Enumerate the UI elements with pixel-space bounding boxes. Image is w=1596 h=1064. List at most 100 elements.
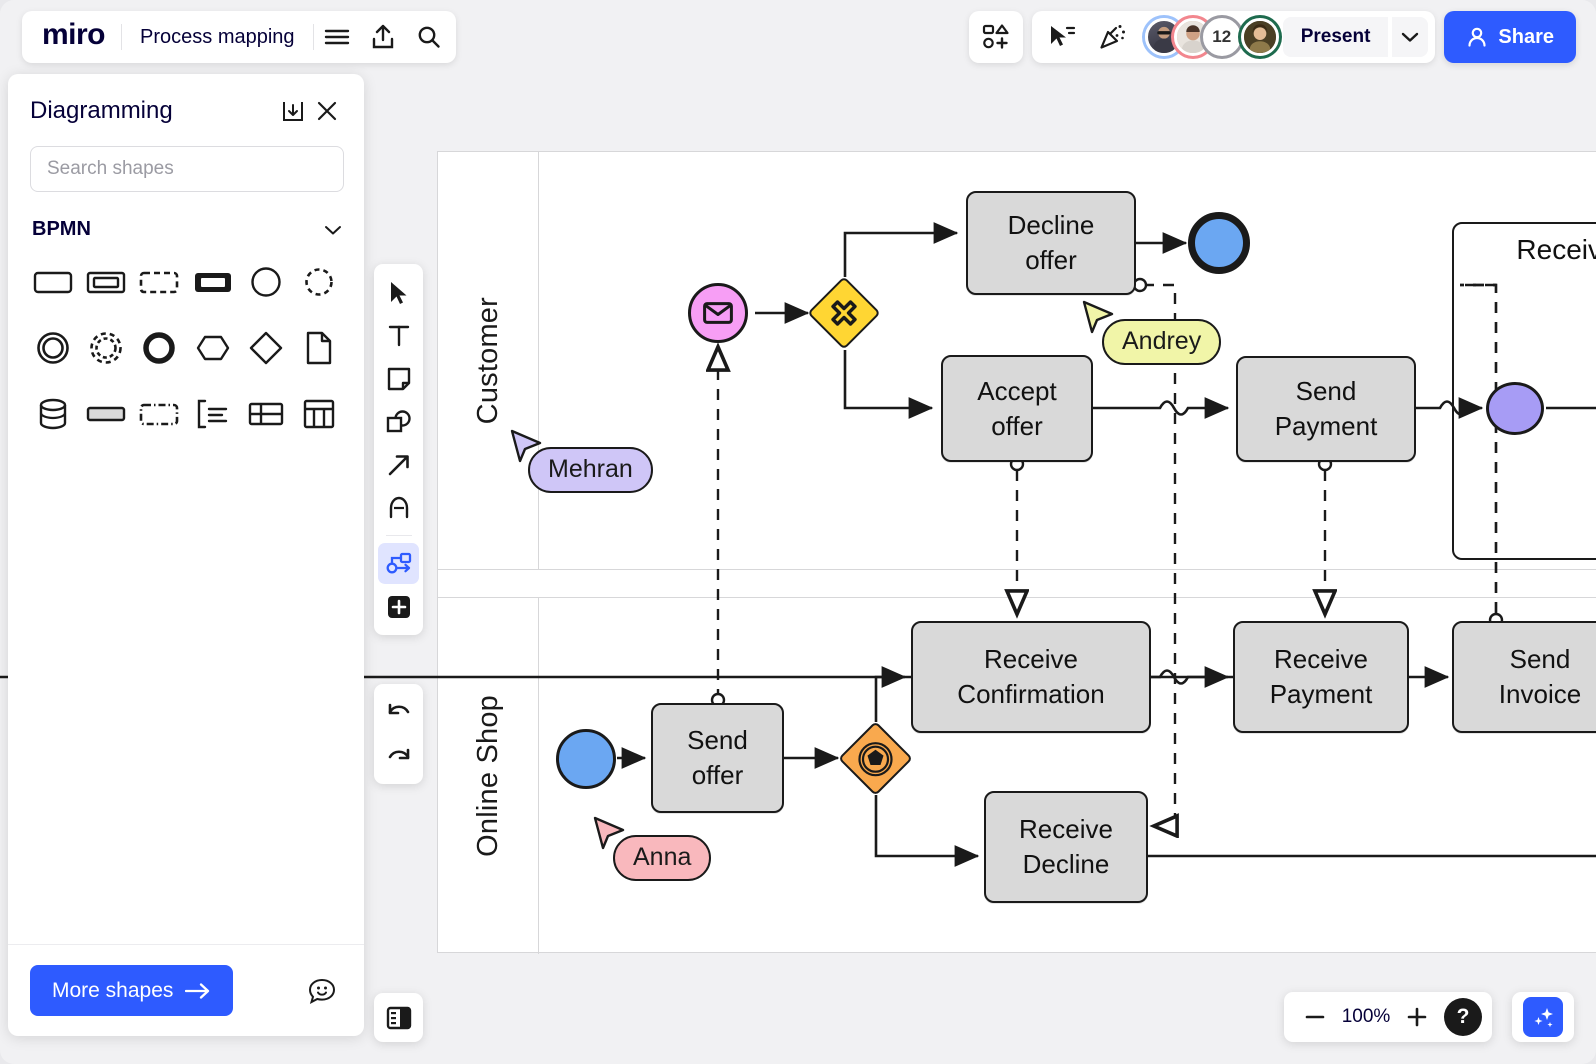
- shape-database[interactable]: [26, 389, 79, 439]
- plus-icon: [1405, 1005, 1429, 1029]
- avatar-collaborator-3[interactable]: [1241, 18, 1279, 56]
- task-label: Receive Decline: [1019, 812, 1113, 881]
- zoom-in-button[interactable]: [1396, 996, 1438, 1038]
- shape-bracket-list[interactable]: [186, 389, 239, 439]
- board-title[interactable]: Process mapping: [122, 26, 313, 49]
- feedback-button[interactable]: [302, 971, 342, 1011]
- chevron-down-icon: [1401, 31, 1419, 43]
- more-apps-tool[interactable]: [378, 586, 419, 627]
- ai-assistant-button[interactable]: [1512, 992, 1574, 1042]
- collaborator-avatars[interactable]: 12: [1139, 18, 1279, 56]
- zoom-level-label[interactable]: 100%: [1340, 1006, 1392, 1028]
- search-shapes-wrapper: [8, 134, 364, 192]
- more-shapes-button[interactable]: More shapes: [30, 965, 233, 1016]
- pen-tool[interactable]: [378, 487, 419, 528]
- plus-square-icon: [386, 594, 412, 620]
- miro-logo[interactable]: miro: [26, 18, 121, 56]
- export-button[interactable]: [360, 14, 406, 60]
- present-button[interactable]: Present: [1283, 17, 1389, 57]
- shape-filled-bar[interactable]: [79, 389, 132, 439]
- swimlane-online-shop-label: Online Shop: [472, 695, 505, 857]
- present-dropdown-button[interactable]: [1392, 17, 1428, 57]
- shape-filled-header-rectangle[interactable]: [186, 257, 239, 307]
- shape-double-circle[interactable]: [26, 323, 79, 373]
- avatar-overflow-count[interactable]: 12: [1203, 18, 1241, 56]
- select-tool[interactable]: [378, 272, 419, 313]
- shapes-tool[interactable]: [378, 401, 419, 442]
- user-icon: [1466, 26, 1488, 48]
- panel-title: Diagramming: [30, 97, 276, 125]
- bpmn-task-send-invoice[interactable]: Send Invoice: [1452, 621, 1596, 733]
- shape-dash-dot-rectangle[interactable]: [133, 389, 186, 439]
- swimlane-divider: [438, 570, 1596, 598]
- shape-circle[interactable]: [239, 257, 292, 307]
- bpmn-task-send-payment[interactable]: Send Payment: [1236, 356, 1416, 462]
- bpmn-task-receive-payment[interactable]: Receive Payment: [1233, 621, 1409, 733]
- history-toolbar: [374, 684, 423, 784]
- share-button[interactable]: Share: [1444, 11, 1576, 63]
- search-shapes-input[interactable]: [30, 146, 344, 192]
- panel-footer: More shapes: [8, 944, 364, 1036]
- side-panel-toggle-button[interactable]: [374, 993, 423, 1042]
- minus-icon: [1303, 1005, 1327, 1029]
- bpmn-task-accept-offer[interactable]: Accept offer: [941, 355, 1093, 462]
- shape-dashed-double-circle[interactable]: [79, 323, 132, 373]
- bpmn-end-event-decline[interactable]: [1188, 212, 1250, 274]
- help-button[interactable]: ?: [1444, 998, 1482, 1036]
- apps-button[interactable]: [973, 14, 1019, 60]
- chevron-down-icon[interactable]: [324, 224, 342, 236]
- bpmn-intermediate-event-purple[interactable]: [1486, 382, 1544, 435]
- side-panel-toggle-icon: [385, 1005, 413, 1031]
- overflow-count-label: 12: [1212, 27, 1231, 47]
- top-toolbar-right: 12 Present: [969, 11, 1576, 63]
- shape-diamond[interactable]: [239, 323, 292, 373]
- avatar: [1244, 18, 1276, 56]
- shape-dashed-circle[interactable]: [293, 257, 346, 307]
- swimlane-online-shop-header[interactable]: Online Shop: [438, 598, 539, 954]
- sticky-note-tool[interactable]: [378, 358, 419, 399]
- diagram-flow-icon: [385, 551, 413, 577]
- shape-thick-circle[interactable]: [133, 323, 186, 373]
- task-label: Send Payment: [1275, 374, 1378, 443]
- shape-table-grid[interactable]: [293, 389, 346, 439]
- follow-cursor-button[interactable]: [1039, 14, 1085, 60]
- shape-rounded-rectangle[interactable]: [26, 257, 79, 307]
- panel-close-button[interactable]: [310, 94, 344, 128]
- bpmn-task-send-offer[interactable]: Send offer: [651, 703, 784, 813]
- redo-button[interactable]: [378, 736, 419, 777]
- text-T-icon: [387, 323, 411, 349]
- celebration-button[interactable]: [1089, 14, 1135, 60]
- board-menu-button[interactable]: [314, 14, 360, 60]
- pen-icon: [386, 495, 412, 521]
- bpmn-task-receive-decline[interactable]: Receive Decline: [984, 791, 1148, 903]
- swimlane-customer-label: Customer: [472, 297, 505, 424]
- shape-dashed-rectangle[interactable]: [133, 257, 186, 307]
- collab-group: 12 Present: [1032, 11, 1436, 63]
- search-button[interactable]: [406, 14, 452, 60]
- bpmn-task-decline-offer[interactable]: Decline offer: [966, 191, 1136, 295]
- shape-hexagon[interactable]: [186, 323, 239, 373]
- undo-button[interactable]: [378, 691, 419, 732]
- bpmn-message-start-event[interactable]: [688, 283, 748, 343]
- swimlane-customer-header[interactable]: Customer: [438, 152, 539, 569]
- diagramming-tool[interactable]: [378, 543, 419, 584]
- creation-toolbar: [374, 264, 423, 635]
- connector-tool[interactable]: [378, 444, 419, 485]
- task-label: Accept offer: [977, 374, 1057, 443]
- shape-table-two-row[interactable]: [239, 389, 292, 439]
- celebration-icon: [1098, 23, 1126, 51]
- cursor-icon: [387, 280, 411, 306]
- bpmn-section-header[interactable]: BPMN: [8, 192, 364, 245]
- task-label: Decline offer: [1008, 208, 1095, 277]
- shape-nested-rectangle[interactable]: [79, 257, 132, 307]
- bpmn-start-event-shop[interactable]: [556, 729, 616, 789]
- apps-group: [969, 11, 1023, 63]
- arrow-right-icon: [185, 983, 211, 999]
- diagramming-panel: Diagramming BPMN: [8, 74, 364, 1036]
- panel-download-button[interactable]: [276, 94, 310, 128]
- redo-arrow-icon: [386, 746, 412, 768]
- text-tool[interactable]: [378, 315, 419, 356]
- zoom-out-button[interactable]: [1294, 996, 1336, 1038]
- bpmn-task-receive-confirmation[interactable]: Receive Confirmation: [911, 621, 1151, 733]
- shape-document[interactable]: [293, 323, 346, 373]
